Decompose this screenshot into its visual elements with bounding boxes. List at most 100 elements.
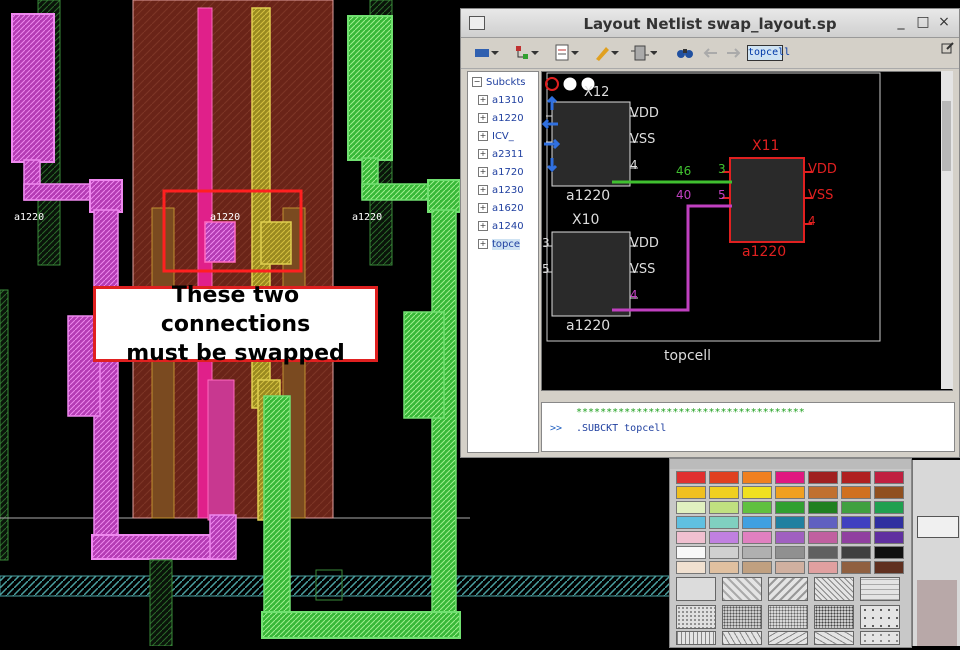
- netlist-window[interactable]: Layout Netlist swap_layout.sp _ □ × topc…: [460, 8, 960, 458]
- net-icon[interactable]: [631, 43, 658, 63]
- color-swatch[interactable]: [841, 516, 871, 529]
- window-titlebar[interactable]: Layout Netlist swap_layout.sp _ □ ×: [461, 9, 959, 38]
- tree-item-a1220[interactable]: + a1220: [468, 110, 538, 127]
- tree-item-a1240[interactable]: + a1240: [468, 218, 538, 235]
- color-swatch[interactable]: [808, 561, 838, 574]
- background-field: [917, 516, 959, 538]
- pattern-fine-diagonal[interactable]: [814, 577, 854, 601]
- highlight-icon[interactable]: [593, 43, 619, 63]
- pattern-crosshatch[interactable]: [676, 631, 716, 645]
- tree-item-a1720[interactable]: + a1720: [468, 164, 538, 181]
- color-swatch[interactable]: [709, 531, 739, 544]
- close-button[interactable]: ×: [936, 14, 952, 30]
- color-palette[interactable]: [669, 458, 912, 648]
- pattern-diagonal[interactable]: [722, 577, 762, 601]
- color-swatch[interactable]: [808, 486, 838, 499]
- color-swatch[interactable]: [808, 531, 838, 544]
- color-swatch[interactable]: [676, 471, 706, 484]
- tree-item-a1230[interactable]: + a1230: [468, 182, 538, 199]
- color-swatch[interactable]: [742, 516, 772, 529]
- tree-item-a1310[interactable]: + a1310: [468, 92, 538, 109]
- edit-icon[interactable]: [941, 41, 955, 61]
- color-swatch[interactable]: [841, 486, 871, 499]
- color-swatch[interactable]: [775, 486, 805, 499]
- console-stars: **************************************: [576, 407, 805, 418]
- color-swatch[interactable]: [676, 561, 706, 574]
- color-swatch[interactable]: [742, 501, 772, 514]
- current-cell-field[interactable]: topcell: [747, 45, 790, 61]
- color-swatch[interactable]: [709, 486, 739, 499]
- color-swatch[interactable]: [775, 471, 805, 484]
- minimize-button[interactable]: _: [893, 14, 909, 30]
- schematic-view[interactable]: X12 VDD VSS 4 a1220 X10 VDD VSS 4 3 5 a1…: [541, 71, 953, 391]
- color-swatch[interactable]: [841, 561, 871, 574]
- color-swatch[interactable]: [841, 471, 871, 484]
- color-swatch[interactable]: [676, 486, 706, 499]
- color-swatch[interactable]: [742, 471, 772, 484]
- tree-header[interactable]: − Subckts: [468, 74, 538, 91]
- color-swatch[interactable]: [742, 531, 772, 544]
- color-swatch[interactable]: [874, 516, 904, 529]
- color-swatch[interactable]: [709, 501, 739, 514]
- tree-item-a2311[interactable]: + a2311: [468, 146, 538, 163]
- color-swatch[interactable]: [874, 531, 904, 544]
- color-swatch[interactable]: [808, 471, 838, 484]
- pattern-plus[interactable]: [860, 631, 900, 645]
- color-swatch[interactable]: [709, 561, 739, 574]
- x10-pin-5: 5: [542, 262, 550, 276]
- forward-arrow-icon[interactable]: [723, 43, 743, 63]
- color-swatch[interactable]: [874, 561, 904, 574]
- maximize-button[interactable]: □: [915, 14, 931, 30]
- select-icon[interactable]: [473, 43, 499, 63]
- pattern-slant[interactable]: [722, 631, 762, 645]
- pattern-sparse-triangles[interactable]: [860, 605, 900, 629]
- color-swatch[interactable]: [874, 486, 904, 499]
- color-swatch[interactable]: [742, 561, 772, 574]
- hierarchy-icon[interactable]: [513, 43, 539, 63]
- back-arrow-icon[interactable]: [701, 43, 721, 63]
- color-swatch[interactable]: [841, 546, 871, 559]
- cell-pin-vdd: VDD: [630, 106, 659, 121]
- pattern-dense-dots[interactable]: [722, 605, 762, 629]
- color-swatch[interactable]: [709, 471, 739, 484]
- color-swatch[interactable]: [775, 561, 805, 574]
- pattern-diagonal-light[interactable]: [676, 577, 716, 601]
- command-console[interactable]: ************************************** >…: [541, 402, 955, 452]
- color-swatch[interactable]: [808, 501, 838, 514]
- pattern-backslash[interactable]: [768, 577, 808, 601]
- color-swatch[interactable]: [676, 531, 706, 544]
- subckt-tree[interactable]: − Subckts + a1310 + a1220 + ICV_ + a2311 + a17…: [467, 71, 539, 453]
- pattern-slant-back[interactable]: [768, 631, 808, 645]
- palette-scrollbar[interactable]: [670, 459, 911, 469]
- pattern-wave[interactable]: [860, 577, 900, 601]
- color-swatch[interactable]: [676, 516, 706, 529]
- pattern-dots[interactable]: [676, 605, 716, 629]
- tree-item-a1620[interactable]: + a1620: [468, 200, 538, 217]
- color-swatch[interactable]: [742, 486, 772, 499]
- tree-item-topcell[interactable]: + topce: [468, 236, 538, 253]
- color-swatch[interactable]: [676, 546, 706, 559]
- color-swatch[interactable]: [808, 546, 838, 559]
- color-swatch[interactable]: [742, 546, 772, 559]
- color-swatch[interactable]: [874, 546, 904, 559]
- tree-item-icv[interactable]: + ICV_: [468, 128, 538, 145]
- color-swatch[interactable]: [775, 531, 805, 544]
- color-swatch[interactable]: [775, 501, 805, 514]
- pattern-mesh[interactable]: [768, 605, 808, 629]
- color-swatch[interactable]: [841, 501, 871, 514]
- color-swatch[interactable]: [841, 531, 871, 544]
- color-swatch[interactable]: [808, 516, 838, 529]
- scrollbar-thumb[interactable]: [942, 101, 951, 171]
- color-swatch[interactable]: [709, 516, 739, 529]
- find-binoculars-icon[interactable]: [675, 43, 695, 63]
- color-swatch[interactable]: [775, 546, 805, 559]
- document-icon[interactable]: [553, 43, 579, 63]
- color-swatch[interactable]: [874, 501, 904, 514]
- color-swatch[interactable]: [676, 501, 706, 514]
- pattern-slant-alt[interactable]: [814, 631, 854, 645]
- schematic-scrollbar[interactable]: [941, 71, 953, 389]
- pattern-stipple[interactable]: [814, 605, 854, 629]
- color-swatch[interactable]: [874, 471, 904, 484]
- color-swatch[interactable]: [775, 516, 805, 529]
- color-swatch[interactable]: [709, 546, 739, 559]
